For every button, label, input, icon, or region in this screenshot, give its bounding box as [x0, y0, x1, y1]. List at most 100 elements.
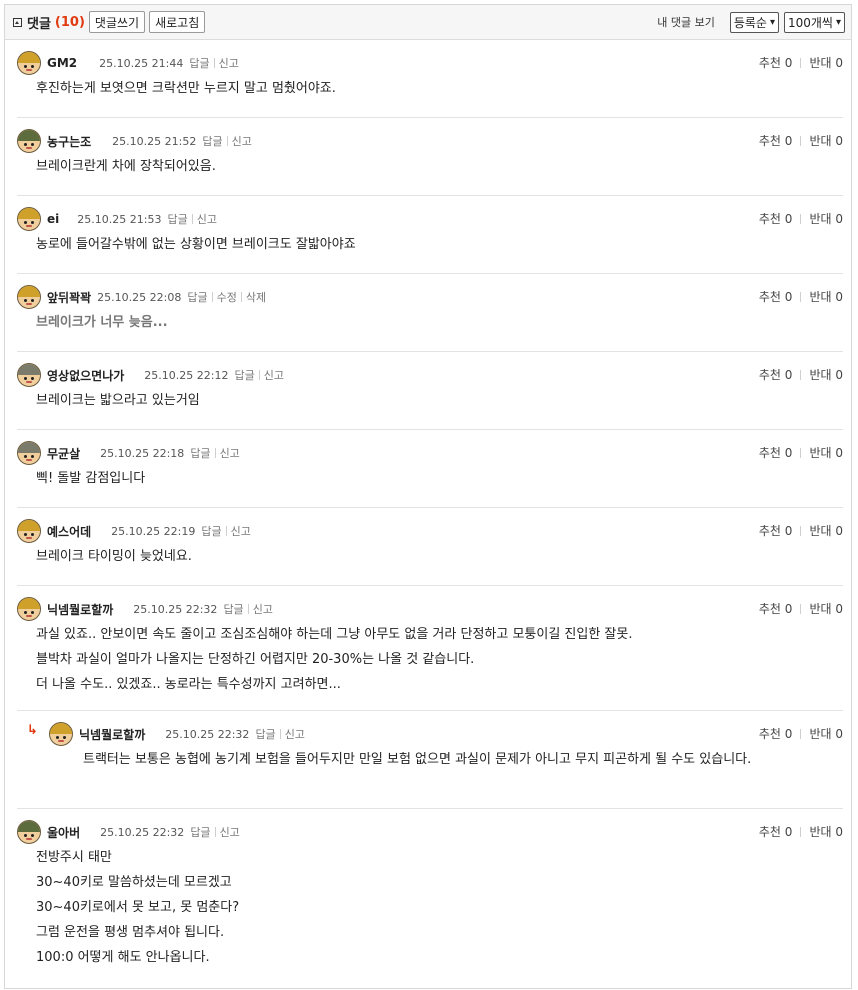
comment-author[interactable]: 닉넴뭘로할까 — [47, 601, 113, 618]
reply-link[interactable]: 답글 — [190, 824, 210, 840]
reply-link[interactable]: 답글 — [190, 445, 210, 461]
per-page-select[interactable]: 100개씩 ▾ — [783, 11, 845, 33]
oppose-label[interactable]: 반대 — [809, 522, 831, 539]
reply-link[interactable]: 답글 — [255, 726, 275, 742]
oppose-label[interactable]: 반대 — [809, 288, 831, 305]
user-avatar-icon[interactable] — [17, 129, 41, 153]
user-avatar-icon[interactable] — [17, 597, 41, 621]
write-comment-button[interactable]: 댓글쓰기 — [88, 11, 146, 33]
divider — [800, 369, 802, 380]
divider — [191, 214, 193, 224]
report-link[interactable]: 신고 — [197, 211, 217, 227]
oppose-count: 0 — [835, 824, 843, 839]
report-link[interactable]: 신고 — [285, 726, 305, 742]
recommend-label[interactable]: 추천 — [759, 444, 781, 461]
oppose-label[interactable]: 반대 — [809, 54, 831, 71]
comment-text: 트랙터는 보통은 농협에 농기계 보험을 들어두지만 만일 보험 없으면 과실이… — [83, 752, 752, 767]
comment-votes: 추천 0 반대 0 — [759, 600, 843, 617]
comment-author[interactable]: 울아버 — [47, 824, 80, 841]
recommend-label[interactable]: 추천 — [759, 823, 781, 840]
comment-votes: 추천 0 반대 0 — [759, 823, 843, 840]
reply-link[interactable]: 답글 — [189, 55, 209, 71]
my-comments-link[interactable]: 내 댓글 보기 — [657, 14, 715, 30]
comment-item: 농구는조 25.10.25 21:52 답글 신고 추천 0 반대 0 브레이크란… — [17, 118, 843, 196]
comment-date: 25.10.25 22:12 — [144, 368, 229, 382]
comment-author[interactable]: 앞뒤꽉꽉 — [47, 289, 91, 306]
oppose-label[interactable]: 반대 — [809, 210, 831, 227]
comment-list: GM2 25.10.25 21:44 답글 신고 추천 0 반대 0 후진하는게 … — [5, 40, 851, 988]
comment-author[interactable]: 무균살 — [47, 445, 80, 462]
recommend-label[interactable]: 추천 — [759, 366, 781, 383]
user-avatar-icon[interactable] — [17, 820, 41, 844]
user-avatar-icon[interactable] — [17, 207, 41, 231]
report-link[interactable]: 신고 — [220, 824, 240, 840]
refresh-button[interactable]: 새로고침 — [149, 11, 206, 33]
recommend-label[interactable]: 추천 — [759, 288, 781, 305]
comment-date: 25.10.25 22:18 — [100, 446, 185, 460]
comment-author[interactable]: GM2 — [47, 56, 77, 70]
comment-item: 영상없으면나가 25.10.25 22:12 답글 신고 추천 0 반대 0 브레… — [17, 352, 843, 430]
user-avatar-icon[interactable] — [17, 285, 41, 309]
oppose-label[interactable]: 반대 — [809, 725, 831, 742]
comment-date: 25.10.25 22:19 — [111, 524, 196, 538]
recommend-label[interactable]: 추천 — [759, 54, 781, 71]
user-avatar-icon[interactable] — [17, 363, 41, 387]
delete-link[interactable]: 삭제 — [246, 289, 266, 305]
user-avatar-icon[interactable] — [49, 722, 73, 746]
recommend-label[interactable]: 추천 — [759, 132, 781, 149]
comment-author[interactable]: 영상없으면나가 — [47, 367, 124, 384]
oppose-label[interactable]: 반대 — [809, 132, 831, 149]
comment-text: 과실 있죠.. 안보이면 속도 줄이고 조심조심해야 하는데 그냥 아무도 없을… — [36, 627, 633, 642]
comment-author[interactable]: ei — [47, 212, 59, 226]
report-link[interactable]: 신고 — [232, 133, 252, 149]
oppose-label[interactable]: 반대 — [809, 366, 831, 383]
recommend-label[interactable]: 추천 — [759, 210, 781, 227]
report-link[interactable]: 신고 — [219, 55, 239, 71]
chevron-down-icon: ▾ — [769, 16, 775, 28]
reply-link[interactable]: 답글 — [201, 523, 221, 539]
comment-author[interactable]: 농구는조 — [47, 133, 91, 150]
reply-link[interactable]: 답글 — [234, 367, 254, 383]
reply-link[interactable]: 답글 — [223, 601, 243, 617]
comment-author[interactable]: 예스어데 — [47, 523, 91, 540]
report-link[interactable]: 신고 — [264, 367, 284, 383]
collapse-toggle-icon[interactable] — [13, 17, 22, 27]
divider — [800, 603, 802, 614]
reply-link[interactable]: 답글 — [167, 211, 187, 227]
comment-author[interactable]: 닉넴뭘로할까 — [79, 726, 145, 743]
user-avatar-icon[interactable] — [17, 51, 41, 75]
report-link[interactable]: 신고 — [231, 523, 251, 539]
comment-body: 브레이크 타이밍이 늦었네요. — [17, 544, 843, 579]
edit-link[interactable]: 수정 — [217, 289, 237, 305]
report-link[interactable]: 신고 — [253, 601, 273, 617]
comment-votes: 추천 0 반대 0 — [759, 444, 843, 461]
sort-select[interactable]: 등록순 ▾ — [729, 11, 779, 33]
divider — [214, 448, 216, 458]
comment-votes: 추천 0 반대 0 — [759, 132, 843, 149]
comment-body: 브레이크란게 차에 장착되어있음. — [17, 154, 843, 189]
oppose-label[interactable]: 반대 — [809, 823, 831, 840]
recommend-label[interactable]: 추천 — [759, 600, 781, 617]
divider — [800, 826, 802, 837]
comment-date: 25.10.25 22:08 — [97, 290, 182, 304]
comment-date: 25.10.25 21:53 — [77, 212, 162, 226]
report-link[interactable]: 신고 — [220, 445, 240, 461]
comment-date: 25.10.25 22:32 — [165, 727, 250, 741]
user-avatar-icon[interactable] — [17, 441, 41, 465]
comment-text: 더 나올 수도.. 있겠죠.. 농로라는 특수성까지 고려하면... — [36, 677, 341, 692]
oppose-label[interactable]: 반대 — [809, 444, 831, 461]
reply-link[interactable]: 답글 — [187, 289, 207, 305]
recommend-label[interactable]: 추천 — [759, 725, 781, 742]
comment-date: 25.10.25 21:52 — [112, 134, 197, 148]
oppose-count: 0 — [835, 367, 843, 382]
user-avatar-icon[interactable] — [17, 519, 41, 543]
recommend-label[interactable]: 추천 — [759, 522, 781, 539]
reply-link[interactable]: 답글 — [202, 133, 222, 149]
divider — [800, 728, 802, 739]
comment-body: 브레이크가 너무 늦음... — [17, 310, 843, 345]
oppose-label[interactable]: 반대 — [809, 600, 831, 617]
comment-text: 30~40키로에서 못 보고, 못 멈춘다? — [36, 900, 240, 915]
comment-title: 댓글 — [27, 16, 51, 32]
oppose-count: 0 — [835, 523, 843, 538]
comment-text: 블박차 과실이 얼마가 나올지는 단정하긴 어렵지만 20-30%는 나올 것 … — [36, 652, 475, 667]
